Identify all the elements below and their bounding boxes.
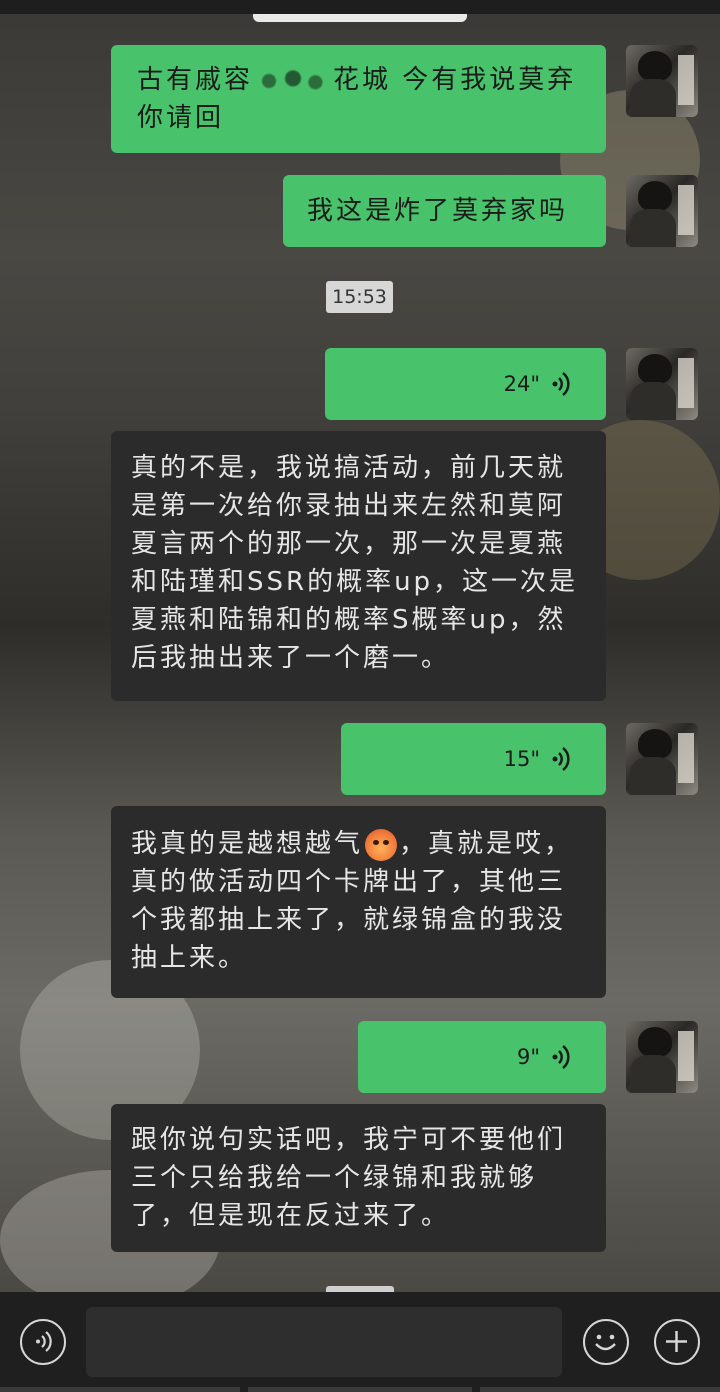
- plus-button[interactable]: [654, 1319, 700, 1365]
- timestamp: 15:53: [326, 281, 393, 313]
- message-text: 跟你说句实话吧，我宁可不要他们三个只给我给一个绿锦和我就够了，但是现在反过来了。: [131, 1125, 567, 1231]
- angry-face-icon: [365, 828, 398, 861]
- avatar[interactable]: [626, 175, 698, 247]
- message-bubble-received[interactable]: 真的不是，我说搞活动，前几天就是第一次给你录抽出来左然和莫阿夏言两个的那一次，那…: [111, 431, 606, 701]
- voice-wave-icon: [552, 372, 570, 396]
- nav-segment: [0, 1387, 240, 1392]
- voice-input-button[interactable]: [20, 1319, 66, 1365]
- message-text: 我真的是越想越气 ，真就是哎，真的做活动四个卡牌出了，其他三个我都抽上来了，就绿锦…: [131, 828, 574, 973]
- redacted-blur: [253, 67, 334, 94]
- message-text: 古有戚容 花城 今有我说莫弃你请回: [137, 65, 577, 133]
- message-text: 我这是炸了莫弃家吗: [307, 196, 569, 226]
- voice-message-bubble[interactable]: 9": [358, 1021, 606, 1093]
- voice-duration: 24": [503, 372, 540, 396]
- status-bar: [0, 0, 720, 14]
- plus-icon: [666, 1331, 687, 1352]
- avatar[interactable]: [626, 1021, 698, 1093]
- voice-message-bubble[interactable]: 24": [325, 348, 606, 420]
- nav-segment: [480, 1387, 720, 1392]
- nav-segment: [248, 1387, 472, 1392]
- message-bubble-sent[interactable]: 古有戚容 花城 今有我说莫弃你请回: [111, 45, 606, 153]
- emoji-button[interactable]: [583, 1319, 629, 1365]
- message-bubble-received[interactable]: 跟你说句实话吧，我宁可不要他们三个只给我给一个绿锦和我就够了，但是现在反过来了。: [111, 1104, 606, 1252]
- avatar[interactable]: [626, 348, 698, 420]
- message-input[interactable]: [86, 1307, 562, 1377]
- voice-wave-icon: [552, 1045, 570, 1069]
- voice-input-icon: [36, 1331, 52, 1352]
- message-text: 真的不是，我说搞活动，前几天就是第一次给你录抽出来左然和莫阿夏言两个的那一次，那…: [131, 453, 579, 673]
- voice-wave-icon: [552, 747, 570, 771]
- voice-duration: 15": [503, 747, 540, 771]
- message-bubble-sent[interactable]: 我这是炸了莫弃家吗: [283, 175, 606, 247]
- avatar[interactable]: [626, 45, 698, 117]
- voice-duration: 9": [516, 1045, 540, 1069]
- emoji-smile-icon: [595, 1334, 616, 1351]
- top-drag-handle[interactable]: [253, 14, 467, 22]
- message-bubble-received[interactable]: 我真的是越想越气 ，真就是哎，真的做活动四个卡牌出了，其他三个我都抽上来了，就绿锦…: [111, 806, 606, 998]
- voice-message-bubble[interactable]: 15": [341, 723, 606, 795]
- avatar[interactable]: [626, 723, 698, 795]
